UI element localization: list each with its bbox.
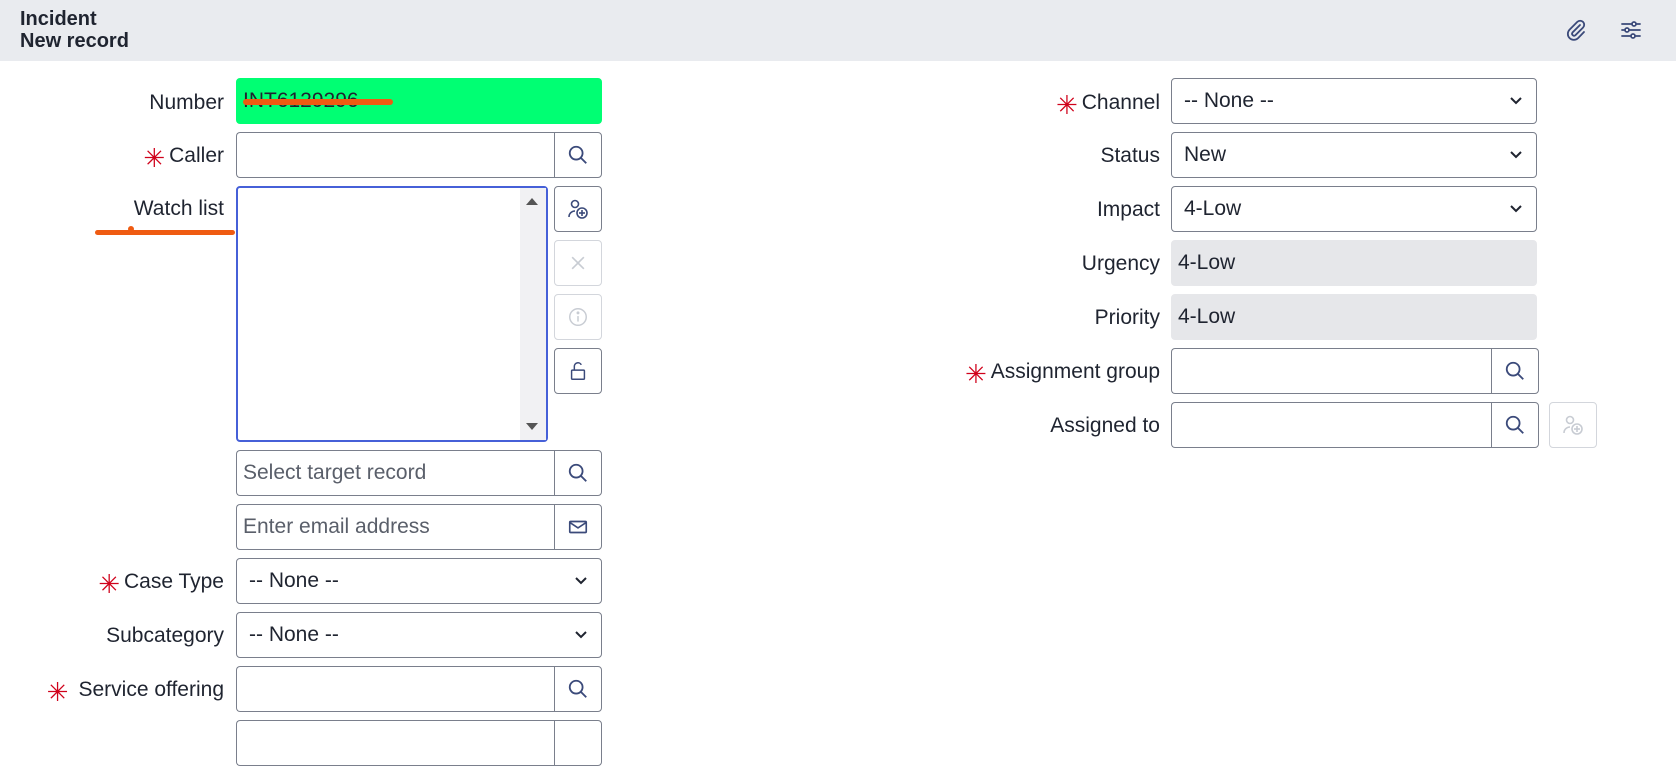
form-header: Incident New record <box>0 0 1676 61</box>
service-offering-input[interactable] <box>236 666 554 712</box>
caller-lookup-button[interactable] <box>554 132 602 178</box>
paperclip-icon[interactable] <box>1562 16 1590 44</box>
next-field-input[interactable] <box>236 720 554 766</box>
info-icon <box>569 308 587 326</box>
chevron-down-icon <box>575 631 587 639</box>
case-type-select[interactable]: -- None -- <box>236 558 602 604</box>
chevron-down-icon <box>1510 97 1522 105</box>
impact-label: Impact <box>1096 198 1160 221</box>
unlock-icon <box>570 362 586 380</box>
service-offering-label: ✳ Service offering <box>46 677 224 707</box>
status-label: Status <box>1100 144 1160 167</box>
watch-list-scrollbar[interactable] <box>520 188 546 440</box>
search-icon <box>1505 415 1524 434</box>
assignment-group-input[interactable] <box>1171 348 1491 394</box>
watch-list-box[interactable] <box>236 186 548 442</box>
channel-label: ✳ Channel <box>1055 90 1160 120</box>
assigned-to-label: Assigned to <box>1050 414 1160 437</box>
urgency-label: Urgency <box>1081 252 1160 275</box>
email-input[interactable]: Enter email address <box>236 504 554 550</box>
sliders-icon[interactable] <box>1617 16 1645 44</box>
required-indicator: ✳ <box>143 143 166 173</box>
required-indicator: ✳ <box>964 359 987 389</box>
assigned-to-lookup-button[interactable] <box>1491 402 1539 448</box>
required-indicator: ✳ <box>46 677 69 707</box>
assign-to-me-button[interactable] <box>1549 402 1597 448</box>
envelope-icon <box>568 520 588 534</box>
scroll-up-arrow-icon[interactable] <box>526 198 538 205</box>
watch-list-label: Watch list <box>133 197 224 220</box>
redaction-mark <box>243 99 393 105</box>
table-title: Incident <box>20 8 97 30</box>
number-label: Number <box>149 91 224 114</box>
caller-label: ✳ Caller <box>143 143 224 173</box>
target-record-input[interactable]: Select target record <box>236 450 554 496</box>
add-user-icon <box>568 199 588 219</box>
assignment-group-label: ✳ Assignment group <box>964 359 1160 389</box>
subcategory-select[interactable]: -- None -- <box>236 612 602 658</box>
search-icon <box>568 463 587 482</box>
channel-select[interactable]: -- None -- <box>1171 78 1537 124</box>
search-icon <box>568 145 587 164</box>
chevron-down-icon <box>1510 151 1522 159</box>
target-record-lookup-button[interactable] <box>554 450 602 496</box>
next-field-lookup-button[interactable] <box>554 720 602 766</box>
remove-button[interactable] <box>554 240 602 286</box>
caller-input[interactable] <box>236 132 554 178</box>
impact-select[interactable]: 4-Low <box>1171 186 1537 232</box>
unlock-button[interactable] <box>554 348 602 394</box>
record-state-title: New record <box>20 30 129 52</box>
service-offering-lookup-button[interactable] <box>554 666 602 712</box>
status-select[interactable]: New <box>1171 132 1537 178</box>
number-field[interactable]: INT6129296 <box>236 78 602 124</box>
assignment-group-lookup-button[interactable] <box>1491 348 1539 394</box>
annotation-underline <box>95 230 235 235</box>
required-indicator: ✳ <box>98 569 120 599</box>
info-button[interactable] <box>554 294 602 340</box>
search-icon <box>1505 361 1524 380</box>
assigned-to-input[interactable] <box>1171 402 1491 448</box>
search-icon <box>568 679 587 698</box>
priority-label: Priority <box>1094 306 1160 329</box>
subcategory-label: Subcategory <box>106 624 224 647</box>
urgency-field: 4-Low <box>1171 240 1537 286</box>
annotation-dot <box>128 226 134 232</box>
case-type-label: ✳ Case Type <box>98 569 224 599</box>
add-user-icon <box>1563 415 1583 435</box>
chevron-down-icon <box>575 577 587 585</box>
chevron-down-icon <box>1510 205 1522 213</box>
email-button[interactable] <box>554 504 602 550</box>
add-user-button[interactable] <box>554 186 602 232</box>
priority-field: 4-Low <box>1171 294 1537 340</box>
scroll-down-arrow-icon[interactable] <box>526 423 538 430</box>
close-icon <box>571 256 585 270</box>
required-indicator: ✳ <box>1055 90 1078 120</box>
